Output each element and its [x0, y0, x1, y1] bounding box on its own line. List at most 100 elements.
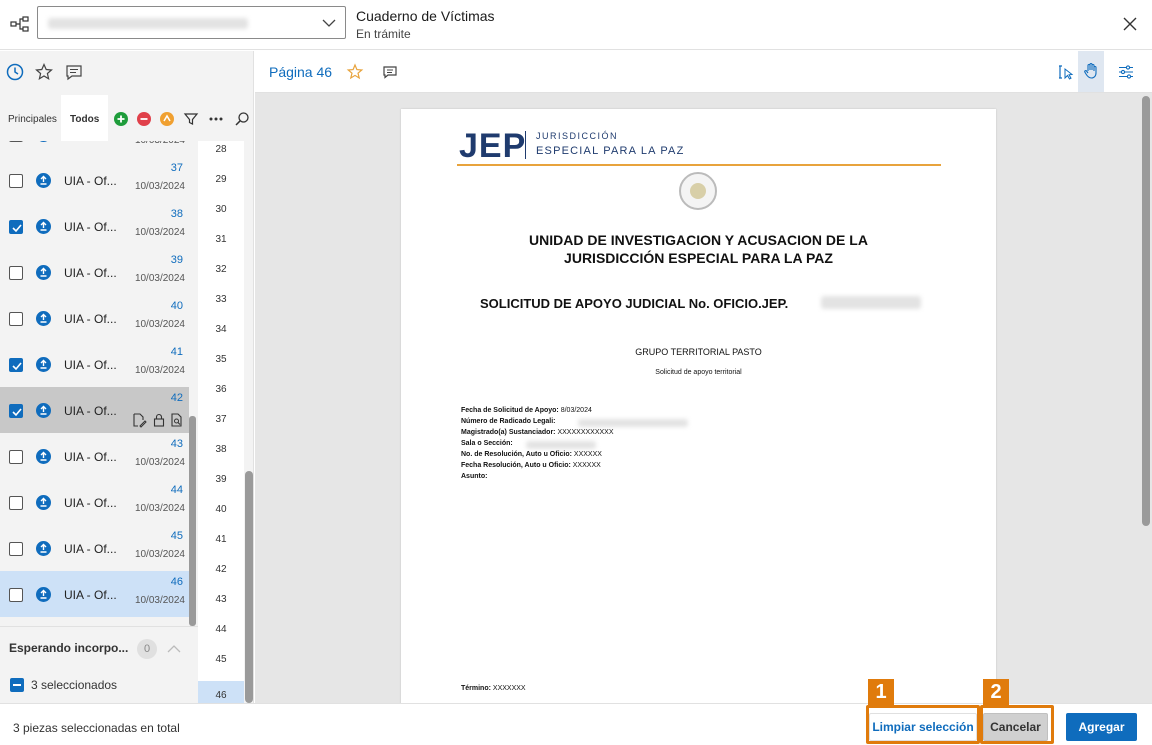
item-number[interactable]: 43: [171, 438, 183, 450]
item-checkbox[interactable]: [9, 358, 23, 372]
item-number[interactable]: 46: [171, 576, 183, 588]
list-item[interactable]: UIA - Of... 42: [0, 387, 189, 433]
more-options-icon[interactable]: [208, 111, 224, 127]
search-icon[interactable]: [234, 111, 250, 127]
field-term: Término: XXXXXXX: [461, 685, 526, 692]
request-type: Solicitud de apoyo territorial: [655, 369, 742, 376]
item-checkbox[interactable]: [9, 496, 23, 510]
edit-document-icon[interactable]: [131, 412, 147, 428]
page-number[interactable]: 43: [198, 591, 244, 621]
comment-icon[interactable]: [63, 61, 85, 83]
item-number[interactable]: 45: [171, 530, 183, 542]
item-checkbox[interactable]: [9, 312, 23, 326]
item-number[interactable]: 37: [171, 162, 183, 174]
chevron-up-icon[interactable]: [165, 640, 183, 658]
item-number[interactable]: 38: [171, 208, 183, 220]
item-number[interactable]: 40: [171, 300, 183, 312]
viewer-scrollbar[interactable]: [1141, 93, 1152, 703]
page-number[interactable]: 34: [198, 321, 244, 351]
item-date: 10/03/2024: [134, 365, 185, 376]
page-number[interactable]: 38: [198, 441, 244, 471]
list-item[interactable]: UIA - Of... 37 10/03/2024: [0, 157, 189, 203]
select-all-checkbox[interactable]: [10, 678, 24, 692]
comment-icon[interactable]: [381, 63, 399, 81]
list-item[interactable]: UIA - Of... 44 10/03/2024: [0, 479, 189, 525]
document-viewer[interactable]: JEP JURISDICCIÓN ESPECIAL PARA LA PAZ UN…: [255, 93, 1152, 703]
item-date: 10/03/2024: [135, 141, 185, 146]
item-checkbox[interactable]: [9, 450, 23, 464]
page-number[interactable]: 30: [198, 201, 244, 231]
waiting-count-badge: 0: [137, 639, 157, 659]
item-checkbox[interactable]: [9, 542, 23, 556]
list-scrollbar[interactable]: [189, 416, 196, 626]
item-checkbox[interactable]: [9, 141, 23, 142]
page-number[interactable]: 32: [198, 261, 244, 291]
item-number[interactable]: 39: [171, 254, 183, 266]
page-number[interactable]: 31: [198, 231, 244, 261]
preview-document-icon[interactable]: [169, 412, 185, 428]
pan-tool-button[interactable]: [1078, 51, 1104, 92]
item-number[interactable]: 44: [171, 484, 183, 496]
pages-scrollbar[interactable]: [245, 471, 253, 703]
page-number[interactable]: 33: [198, 291, 244, 321]
remove-circle-icon[interactable]: [136, 111, 152, 127]
document-upload-icon: [36, 587, 51, 602]
page-number[interactable]: 36: [198, 381, 244, 411]
pending-circle-icon[interactable]: [159, 111, 175, 127]
tab-todos[interactable]: Todos: [61, 95, 109, 141]
viewer-toolbar: Página 46: [255, 51, 1152, 93]
item-checkbox[interactable]: [9, 266, 23, 280]
page-number[interactable]: 29: [198, 171, 244, 201]
item-number[interactable]: 41: [171, 346, 183, 358]
item-label: UIA - Of...: [64, 220, 117, 234]
item-checkbox[interactable]: [9, 174, 23, 188]
case-selector-dropdown[interactable]: [37, 6, 346, 39]
page-number[interactable]: 45: [198, 651, 244, 681]
lock-icon[interactable]: [151, 412, 167, 428]
list-item[interactable]: UIA - Of... 10/03/2024: [0, 141, 189, 157]
tab-principales[interactable]: Principales: [8, 114, 57, 125]
close-icon[interactable]: [1120, 14, 1140, 34]
page-subtitle: En trámite: [356, 27, 411, 41]
list-item[interactable]: UIA - Of... 45 10/03/2024: [0, 525, 189, 571]
check-icon: [12, 224, 22, 233]
clock-icon[interactable]: [4, 61, 26, 83]
item-number[interactable]: 42: [171, 392, 183, 404]
redacted-number: [821, 296, 921, 309]
list-item[interactable]: UIA - Of... 39 10/03/2024: [0, 249, 189, 295]
header: Cuaderno de Víctimas En trámite: [0, 0, 1152, 50]
viewer-scroll-thumb[interactable]: [1142, 96, 1150, 526]
settings-sliders-icon[interactable]: [1117, 63, 1135, 81]
list-item[interactable]: UIA - Of... 38 10/03/2024: [0, 203, 189, 249]
text-select-icon[interactable]: [1057, 63, 1075, 81]
list-item[interactable]: UIA - Of... 41 10/03/2024: [0, 341, 189, 387]
list-item[interactable]: UIA - Of... 40 10/03/2024: [0, 295, 189, 341]
list-item[interactable]: UIA - Of... 43 10/03/2024: [0, 433, 189, 479]
document-list: UIA - Of... 10/03/2024 UIA - Of... 37 10/03/…: [0, 141, 198, 626]
selected-count-label: 3 seleccionados: [31, 678, 118, 692]
filter-icon[interactable]: [183, 111, 199, 127]
item-checkbox[interactable]: [9, 404, 23, 418]
page-number[interactable]: 40: [198, 501, 244, 531]
star-icon[interactable]: [33, 61, 55, 83]
tree-structure-icon[interactable]: [10, 14, 30, 34]
item-checkbox[interactable]: [9, 588, 23, 602]
page-number[interactable]: 35: [198, 351, 244, 381]
page-number[interactable]: 37: [198, 411, 244, 441]
page-number[interactable]: 39: [198, 471, 244, 501]
page-number[interactable]: 41: [198, 531, 244, 561]
page-number[interactable]: 42: [198, 561, 244, 591]
item-date: 10/03/2024: [134, 181, 185, 192]
page-number[interactable]: 46: [198, 681, 244, 703]
item-checkbox[interactable]: [9, 220, 23, 234]
page-number[interactable]: 44: [198, 621, 244, 651]
waiting-section[interactable]: Esperando incorpo... 0: [0, 626, 198, 666]
favorite-star-icon[interactable]: [346, 63, 364, 81]
item-date: 10/03/2024: [134, 273, 185, 284]
list-item[interactable]: UIA - Of... 46 10/03/2024: [0, 571, 189, 617]
page-number[interactable]: 28: [198, 141, 244, 171]
item-label: UIA - Of...: [64, 588, 117, 602]
document-page: JEP JURISDICCIÓN ESPECIAL PARA LA PAZ UN…: [401, 109, 996, 703]
add-circle-icon[interactable]: [113, 111, 129, 127]
add-button[interactable]: Agregar: [1066, 713, 1137, 741]
